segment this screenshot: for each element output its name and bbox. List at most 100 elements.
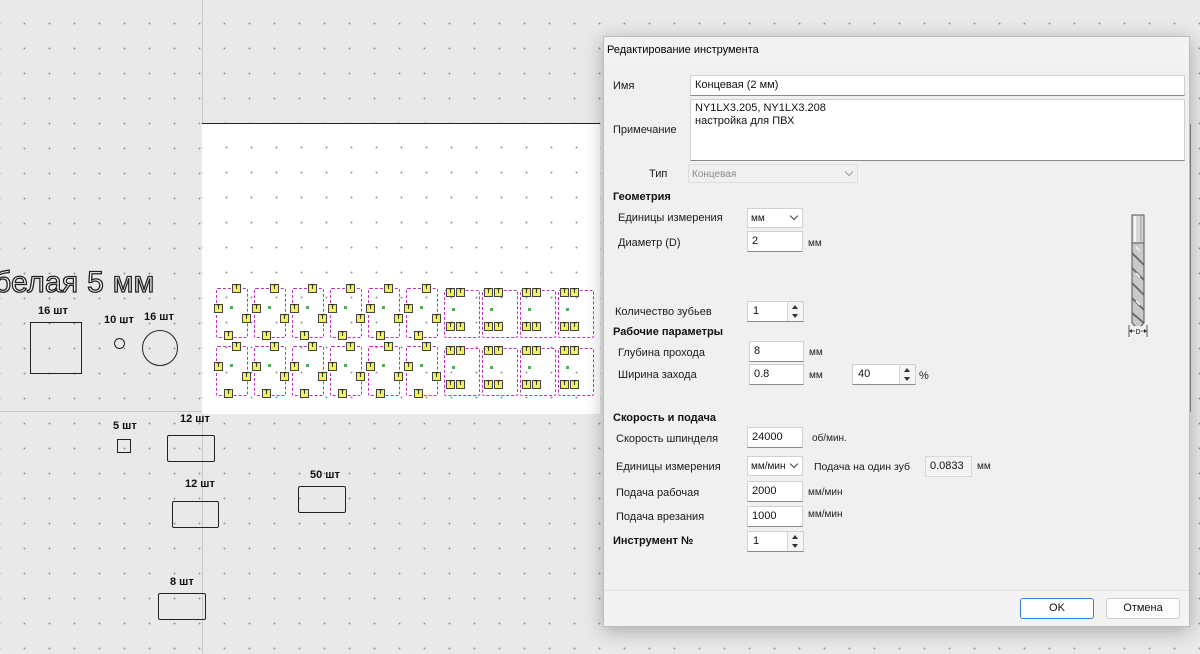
tiny-square-part[interactable] [117, 439, 131, 453]
cancel-button[interactable]: Отмена [1106, 598, 1180, 619]
lead-point-icon [420, 364, 423, 367]
tab-marker-icon: T [328, 304, 337, 313]
lead-point-icon [566, 308, 569, 311]
tab-marker-icon: T [560, 288, 569, 297]
note-label: Примечание [613, 124, 677, 136]
per-tooth-field: 0.0833 [925, 456, 972, 477]
tab-marker-icon: T [366, 304, 375, 313]
tab-marker-icon: T [522, 380, 531, 389]
tab-marker-icon: T [384, 284, 393, 293]
tab-marker-icon: T [242, 372, 251, 381]
canvas-text-object[interactable]: белая 5 мм [0, 265, 155, 300]
tab-marker-icon: T [404, 362, 413, 371]
dialog-title: Редактирование инструмента [607, 44, 759, 56]
spin-up-icon[interactable] [788, 532, 803, 542]
lead-point-icon [490, 308, 493, 311]
tab-marker-icon: T [290, 304, 299, 313]
lead-point-icon [230, 364, 233, 367]
tab-marker-icon: T [414, 389, 423, 398]
tab-marker-icon: T [560, 346, 569, 355]
type-label: Тип [649, 168, 668, 180]
tab-marker-icon: T [346, 342, 355, 351]
spin-up-icon[interactable] [900, 365, 915, 375]
spin-down-icon[interactable] [788, 542, 803, 552]
lead-point-icon [490, 366, 493, 369]
plunge-label: Подача врезания [616, 511, 705, 523]
tab-marker-icon: T [484, 288, 493, 297]
rect-part[interactable] [158, 593, 206, 620]
small-circle-part[interactable] [114, 338, 125, 349]
tool-number-value: 1 [753, 535, 760, 547]
chevron-down-icon [789, 459, 799, 469]
tab-marker-icon: T [356, 314, 365, 323]
tab-marker-icon: T [494, 322, 503, 331]
feed-units-value: мм/мин [751, 461, 786, 472]
tab-marker-icon: T [532, 346, 541, 355]
plunge-input[interactable]: 1000 [747, 506, 803, 527]
ok-button[interactable]: OK [1020, 598, 1094, 619]
feed-label: Подача рабочая [616, 487, 700, 499]
tab-marker-icon: T [394, 372, 403, 381]
tab-marker-icon: T [446, 288, 455, 297]
teeth-value: 1 [753, 305, 760, 317]
geometry-header: Геометрия [613, 191, 671, 203]
tab-marker-icon: T [446, 380, 455, 389]
part-label: 50 шт [310, 469, 340, 481]
tab-marker-icon: T [432, 372, 441, 381]
part-label: 10 шт [104, 314, 134, 326]
tab-marker-icon: T [570, 346, 579, 355]
diameter-input[interactable]: 2 [747, 231, 803, 252]
dialog-titlebar[interactable]: Редактирование инструмента [604, 37, 1189, 65]
spin-down-icon[interactable] [788, 312, 803, 322]
edit-tool-dialog: Редактирование инструмента Имя Концевая … [603, 36, 1190, 627]
rect-part[interactable] [172, 501, 219, 528]
tab-marker-icon: T [494, 288, 503, 297]
tab-marker-icon: T [318, 372, 327, 381]
tab-marker-icon: T [456, 380, 465, 389]
tab-marker-icon: T [308, 284, 317, 293]
tab-marker-icon: T [494, 380, 503, 389]
depth-input[interactable]: 8 [749, 341, 804, 362]
rect-part[interactable] [298, 486, 346, 513]
name-label: Имя [613, 80, 635, 92]
stepover-percent-spinbox[interactable]: 40 [852, 364, 916, 385]
chevron-down-icon [844, 167, 854, 177]
tab-marker-icon: T [308, 342, 317, 351]
type-select-value: Концевая [692, 169, 737, 180]
square-part[interactable] [30, 322, 82, 374]
rect-part[interactable] [167, 435, 215, 462]
per-tooth-label: Подача на один зуб [814, 461, 911, 473]
stepover-spin-buttons [899, 365, 915, 384]
tab-marker-icon: T [328, 362, 337, 371]
lead-point-icon [306, 364, 309, 367]
tab-marker-icon: T [570, 288, 579, 297]
tab-marker-icon: T [346, 284, 355, 293]
stepover-input[interactable]: 0.8 [749, 364, 804, 385]
spin-down-icon[interactable] [900, 375, 915, 385]
feed-units-label: Единицы измерения [616, 461, 721, 473]
circle-part[interactable] [142, 330, 178, 366]
tab-marker-icon: T [356, 372, 365, 381]
tool-number-spinbox[interactable]: 1 [747, 531, 804, 552]
feed-units-select[interactable]: мм/мин [747, 456, 803, 476]
part-label: 8 шт [170, 576, 194, 588]
feed-input[interactable]: 2000 [747, 481, 803, 502]
tab-marker-icon: T [432, 314, 441, 323]
tab-marker-icon: T [242, 314, 251, 323]
tab-marker-icon: T [290, 362, 299, 371]
tab-marker-icon: T [280, 372, 289, 381]
speed-feed-header: Скорость и подача [613, 412, 717, 424]
chevron-down-icon [789, 211, 799, 221]
stepover-label: Ширина захода [618, 369, 697, 381]
note-textarea[interactable]: NY1LX3.205, NY1LX3.208 настройка для ПВХ [690, 99, 1185, 161]
spindle-input[interactable]: 24000 [747, 427, 803, 448]
lead-point-icon [528, 308, 531, 311]
teeth-spinbox[interactable]: 1 [747, 301, 804, 322]
name-input[interactable]: Концевая (2 мм) [690, 75, 1185, 96]
geometry-units-select[interactable]: мм [747, 208, 803, 228]
depth-unit: мм [809, 347, 823, 358]
tab-marker-icon: T [394, 314, 403, 323]
diameter-caption: D [1135, 329, 1140, 336]
tab-marker-icon: T [422, 284, 431, 293]
spin-up-icon[interactable] [788, 302, 803, 312]
